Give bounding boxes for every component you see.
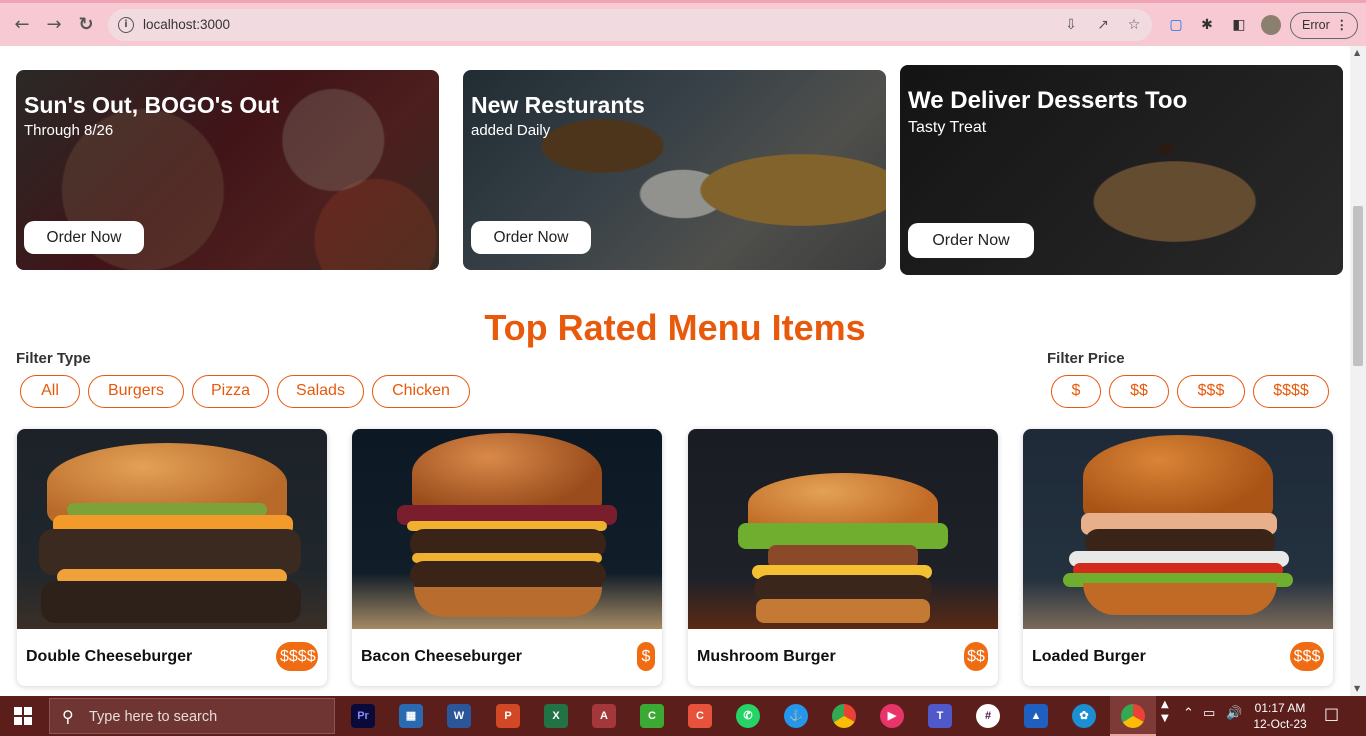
address-bar[interactable]: i localhost:3000 ⇩ ↗ ☆ (108, 9, 1152, 41)
avatar[interactable] (1261, 15, 1281, 35)
burger-image (1023, 429, 1333, 629)
share-icon[interactable]: ↗ (1094, 16, 1112, 34)
show-hidden-icons[interactable]: ⌃ (1183, 706, 1194, 721)
filter-type-all[interactable]: All (20, 375, 80, 408)
install-app-icon[interactable]: ⇩ (1062, 16, 1080, 34)
filter-type-burgers[interactable]: Burgers (88, 375, 184, 408)
docker-icon[interactable]: ⚓ (784, 704, 808, 728)
filter-price-1[interactable]: $ (1051, 375, 1101, 408)
whatsapp-icon[interactable]: ✆ (736, 704, 760, 728)
burger-image (352, 429, 662, 629)
order-now-button[interactable]: Order Now (471, 221, 591, 254)
scroll-up-icon[interactable]: ▲ (1354, 48, 1360, 57)
promo-title: New Resturants (471, 92, 645, 118)
browser-toolbar: ← → ↻ i localhost:3000 ⇩ ↗ ☆ ▢ ✱ ◧ Error… (0, 0, 1366, 46)
reload-icon[interactable]: ↻ (74, 13, 98, 37)
promo-card-desserts: We Deliver Desserts Too Tasty Treat Orde… (900, 65, 1343, 275)
windows-start-icon[interactable] (14, 707, 32, 725)
filter-price-3[interactable]: $$$ (1177, 375, 1245, 408)
item-name: Double Cheeseburger (26, 648, 193, 665)
system-clock[interactable]: 01:17 AM 12-Oct-23 (1250, 700, 1310, 732)
menu-card-mushroom-burger[interactable]: Mushroom Burger $$ (688, 429, 998, 686)
filter-price-4[interactable]: $$$$ (1253, 375, 1329, 408)
promo-subtitle: Tasty Treat (908, 119, 987, 136)
search-placeholder: Type here to search (89, 709, 218, 725)
filter-type-label: Filter Type (16, 350, 91, 367)
order-now-button[interactable]: Order Now (24, 221, 144, 254)
settings-app-icon[interactable]: ✿ (1072, 704, 1096, 728)
menu-card-double-cheeseburger[interactable]: Double Cheeseburger $$$$ (17, 429, 327, 686)
bookmark-star-icon[interactable]: ☆ (1125, 16, 1143, 34)
promo-title: Sun's Out, BOGO's Out (24, 92, 279, 118)
filter-type-pizza[interactable]: Pizza (192, 375, 269, 408)
windows-taskbar: ⚲ Type here to search Pr ▦ W P X A C C ✆… (0, 696, 1366, 736)
filter-price-label: Filter Price (1047, 350, 1125, 367)
scroll-down-icon[interactable]: ▼ (1354, 684, 1360, 693)
promo-title: We Deliver Desserts Too (908, 87, 1188, 114)
battery-icon: ▭ (1203, 706, 1216, 721)
powerpoint-icon[interactable]: P (496, 704, 520, 728)
clock-date: 12-Oct-23 (1253, 717, 1307, 731)
menu-dots-icon: ⋮ (1335, 18, 1349, 32)
filter-price-2[interactable]: $$ (1109, 375, 1169, 408)
side-panel-icon[interactable]: ◧ (1229, 15, 1249, 35)
page-scrollbar[interactable]: ▲ ▼ (1350, 46, 1366, 696)
error-label: Error (1302, 18, 1330, 32)
word-icon[interactable]: W (447, 704, 471, 728)
taskbar-search[interactable]: ⚲ Type here to search (49, 698, 335, 734)
page-title: Top Rated Menu Items (484, 307, 866, 348)
burger-image (688, 429, 998, 629)
menu-card-bacon-cheeseburger[interactable]: Bacon Cheeseburger $ (352, 429, 662, 686)
item-name: Mushroom Burger (697, 648, 836, 665)
menu-card-loaded-burger[interactable]: Loaded Burger $$$ (1023, 429, 1333, 686)
camtasia-icon[interactable]: C (640, 704, 664, 728)
promo-subtitle: Through 8/26 (24, 122, 114, 139)
back-icon[interactable]: ← (10, 13, 34, 37)
notification-icon[interactable]: □ (1324, 704, 1339, 723)
promo-subtitle: added Daily (471, 122, 551, 139)
price-badge: $$ (964, 642, 988, 671)
price-badge: $$$$ (276, 642, 318, 671)
access-icon[interactable]: A (592, 704, 616, 728)
search-icon: ⚲ (62, 707, 74, 726)
promo-card-new-restaurants: New Resturants added Daily Order Now (463, 70, 886, 270)
taskbar-scroll-icon[interactable]: ▲ ▼ (1161, 698, 1169, 726)
extension-icon[interactable]: ▢ (1166, 15, 1186, 35)
site-info-icon[interactable]: i (118, 17, 134, 33)
burger-image (17, 429, 327, 629)
maze-app-icon[interactable]: ▦ (399, 704, 423, 728)
azure-icon[interactable]: ▲ (1024, 704, 1048, 728)
filter-type-chicken[interactable]: Chicken (372, 375, 470, 408)
media-player-icon[interactable]: ▶ (880, 704, 904, 728)
chrome-icon[interactable] (832, 704, 856, 728)
chrome-active-icon[interactable] (1121, 704, 1145, 728)
taskbar-active-app[interactable] (1110, 696, 1156, 736)
premiere-icon[interactable]: Pr (351, 704, 375, 728)
capcut-icon[interactable]: C (688, 704, 712, 728)
price-badge: $ (637, 642, 655, 671)
item-name: Bacon Cheeseburger (361, 648, 522, 665)
volume-icon[interactable]: 🔊 (1226, 706, 1242, 721)
filter-type-salads[interactable]: Salads (277, 375, 364, 408)
url-text[interactable]: localhost:3000 (143, 17, 230, 32)
teams-icon[interactable]: T (928, 704, 952, 728)
item-name: Loaded Burger (1032, 648, 1146, 665)
excel-icon[interactable]: X (544, 704, 568, 728)
error-button[interactable]: Error ⋮ (1290, 12, 1358, 39)
puzzle-icon[interactable]: ✱ (1197, 15, 1217, 35)
price-badge: $$$ (1290, 642, 1324, 671)
scrollbar-thumb[interactable] (1353, 206, 1363, 366)
clock-time: 01:17 AM (1254, 701, 1306, 715)
promo-card-bogo: Sun's Out, BOGO's Out Through 8/26 Order… (16, 70, 439, 270)
forward-icon[interactable]: → (42, 13, 66, 37)
order-now-button[interactable]: Order Now (908, 223, 1034, 258)
slack-icon[interactable]: # (976, 704, 1000, 728)
